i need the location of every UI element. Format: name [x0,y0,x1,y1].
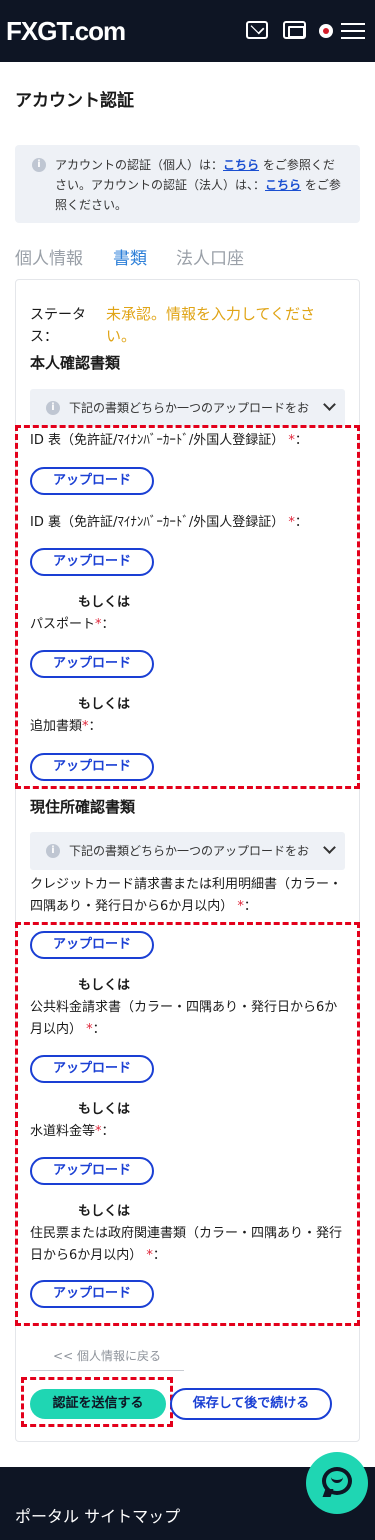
info-notice: i アカウントの認証（個人）は：こちら をご参照ください。アカウントの認証（法人… [15,145,360,223]
tab-documents[interactable]: 書類 [113,244,147,269]
resident-record-label: 住民票または政府関連書類（カラー・四隅あり・発行日から6か月以内） *： [30,1226,343,1263]
address-section-title: 現住所確認書類 [30,798,136,816]
chat-button[interactable] [306,1452,368,1514]
additional-document-upload-button[interactable]: アップロード [30,753,154,781]
credit-card-statement-label: クレジットカード請求書または利用明細書（カラー・四隅あり・発行日から6か月以内）… [30,877,343,914]
info-icon: i [46,401,60,415]
passport-label: パスポート*： [30,617,115,632]
ticket-icon[interactable] [283,21,306,39]
additional-document-label: 追加書類*： [30,719,102,734]
individual-guide-link[interactable]: こちら [223,158,259,172]
id-back-upload-button[interactable]: アップロード [30,548,154,576]
or-label: もしくは [78,1204,131,1219]
japan-flag-icon[interactable] [319,24,333,38]
resident-record-upload-button[interactable]: アップロード [30,1280,154,1308]
identity-section-title: 本人確認書類 [30,354,121,372]
chevron-down-icon [323,841,336,854]
select-text: 下記の書類どちらか一つのアップロードをお [69,401,310,415]
chevron-down-icon [323,398,336,411]
credit-card-upload-button[interactable]: アップロード [30,931,154,959]
utility-bill-upload-button[interactable]: アップロード [30,1055,154,1083]
save-and-continue-later-button[interactable]: 保存して後で続ける [170,1388,332,1420]
or-label: もしくは [78,697,131,712]
page-title: アカウント認証 [15,91,134,111]
corporate-guide-link[interactable]: こちら [265,178,301,192]
back-to-personal-info-link[interactable]: << 個人情報に戻る [30,1347,184,1371]
info-icon: i [32,158,46,172]
tab-corporate-account[interactable]: 法人口座 [176,244,244,269]
mail-icon[interactable] [246,21,268,39]
hamburger-menu-icon[interactable] [341,21,365,41]
submit-verification-button[interactable]: 認証を送信する [30,1389,166,1419]
utility-bill-label: 公共料金請求書（カラー・四隅あり・発行日から6か月以内） *： [30,1000,338,1037]
logo-text: FXGT.com [6,16,126,46]
fxgt-logo[interactable]: FXGT.com [6,14,126,48]
id-front-label: ID 表（免許証/ﾏｲﾅﾝﾊﾞｰｶｰﾄﾞ/外国人登録証） *： [30,433,308,448]
id-back-label: ID 裏（免許証/ﾏｲﾅﾝﾊﾞｰｶｰﾄﾞ/外国人登録証） *： [30,515,308,530]
or-label: もしくは [78,1102,131,1117]
top-header: FXGT.com [0,0,375,62]
address-document-select[interactable]: i 下記の書類どちらか一つのアップロードをお [30,832,345,870]
tab-personal-info[interactable]: 個人情報 [15,244,83,269]
water-bill-upload-button[interactable]: アップロード [30,1157,154,1185]
or-label: もしくは [78,595,131,610]
passport-upload-button[interactable]: アップロード [30,650,154,678]
or-label: もしくは [78,978,131,993]
status-value: 未承認。情報を入力してください。 [106,305,316,345]
id-front-upload-button[interactable]: アップロード [30,467,154,495]
identity-document-select[interactable]: i 下記の書類どちらか一つのアップロードをお [30,389,345,427]
info-icon: i [46,844,60,858]
water-bill-label: 水道料金等*： [30,1124,115,1139]
select-text: 下記の書類どちらか一つのアップロードをお [69,844,310,858]
info-text-1: アカウントの認証（個人）は： [55,158,224,172]
status-label: ステータス： [30,307,86,345]
footer-sitemap-title[interactable]: ポータル サイトマップ [15,1503,180,1527]
